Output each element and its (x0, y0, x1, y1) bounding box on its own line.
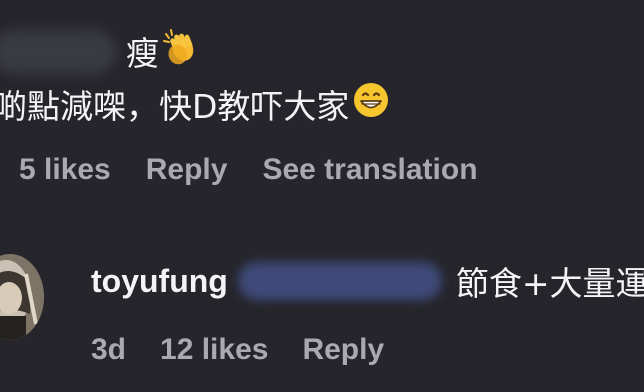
blurred-mention[interactable] (237, 262, 442, 300)
comments-thread: 瘦 啲點減㗎，快D教吓大家 5 likes Reply See translat… (0, 0, 644, 392)
likes-count[interactable]: 5 likes (19, 153, 111, 187)
reply-button[interactable]: Reply (146, 153, 228, 187)
username-link[interactable]: toyufung (91, 263, 228, 300)
reply-text: 節食+大量運 (455, 264, 644, 303)
reply-text-line: toyufung 節食+大量運 (91, 256, 644, 306)
comment-actions: 5 likes Reply See translation (19, 146, 513, 194)
comment-text: 啲點減㗎，快D教吓大家 (0, 87, 350, 126)
blurred-username[interactable] (0, 30, 116, 74)
likes-count[interactable]: 12 likes (160, 333, 268, 367)
reply-actions: 3d 12 likes Reply (91, 326, 418, 374)
comment-text-line-1: 瘦 (126, 26, 199, 76)
timestamp: 3d (91, 333, 127, 366)
clapping-hands-icon (161, 28, 199, 74)
comment-text-line-2: 啲點減㗎，快D教吓大家 (0, 78, 389, 130)
grinning-face-icon (353, 82, 389, 126)
see-translation-button[interactable]: See translation (262, 153, 477, 187)
reply-button[interactable]: Reply (302, 333, 384, 367)
comment-text: 瘦 (126, 34, 159, 73)
avatar[interactable] (0, 254, 44, 340)
